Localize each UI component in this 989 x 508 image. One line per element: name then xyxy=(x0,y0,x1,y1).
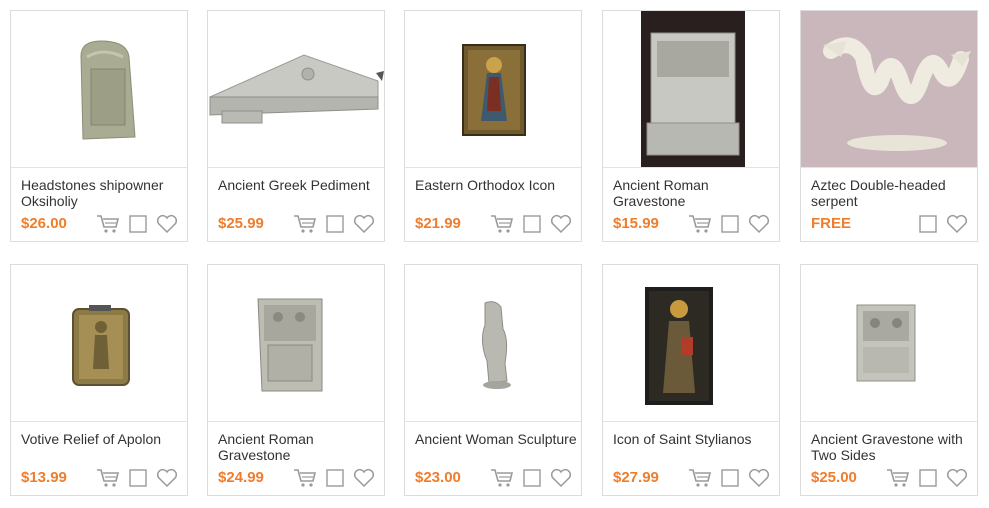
product-price: $24.99 xyxy=(218,469,264,486)
product-price: FREE xyxy=(811,215,852,232)
product-price: $21.99 xyxy=(415,215,461,232)
card-actions xyxy=(293,467,375,489)
product-card[interactable]: Aztec Double-headed serpent FREE xyxy=(800,10,978,242)
heart-icon[interactable] xyxy=(353,468,375,488)
product-price: $15.99 xyxy=(613,215,659,232)
product-title[interactable]: Ancient Roman Gravestone xyxy=(613,177,775,209)
card-actions xyxy=(688,467,770,489)
cart-icon[interactable] xyxy=(96,214,120,234)
product-thumbnail[interactable] xyxy=(208,11,384,167)
card-divider xyxy=(603,421,779,422)
card-divider xyxy=(11,167,187,168)
cart-icon[interactable] xyxy=(688,468,712,488)
product-grid: Headstones shipowner Oksiholiy $26.00 An… xyxy=(0,0,989,508)
heart-icon[interactable] xyxy=(748,468,770,488)
product-card[interactable]: Ancient Woman Sculpture $23.00 xyxy=(404,264,582,496)
card-divider xyxy=(801,167,977,168)
product-price: $23.00 xyxy=(415,469,461,486)
product-card[interactable]: Icon of Saint Stylianos $27.99 xyxy=(602,264,780,496)
card-actions xyxy=(490,467,572,489)
product-card[interactable]: Votive Relief of Apolon $13.99 xyxy=(10,264,188,496)
product-card[interactable]: Ancient Roman Gravestone $24.99 xyxy=(207,264,385,496)
product-title[interactable]: Eastern Orthodox Icon xyxy=(415,177,577,193)
card-actions xyxy=(919,213,968,235)
product-card[interactable]: Ancient Roman Gravestone $15.99 xyxy=(602,10,780,242)
product-title[interactable]: Ancient Woman Sculpture xyxy=(415,431,577,447)
heart-icon[interactable] xyxy=(353,214,375,234)
product-title[interactable]: Ancient Gravestone with Two Sides xyxy=(811,431,973,463)
card-actions xyxy=(96,467,178,489)
card-actions xyxy=(886,467,968,489)
checkbox[interactable] xyxy=(721,215,739,233)
product-price: $25.00 xyxy=(811,469,857,486)
card-divider xyxy=(405,421,581,422)
product-price: $13.99 xyxy=(21,469,67,486)
product-title[interactable]: Icon of Saint Stylianos xyxy=(613,431,775,447)
product-thumbnail[interactable] xyxy=(11,11,187,167)
card-actions xyxy=(490,213,572,235)
checkbox[interactable] xyxy=(129,469,147,487)
product-card[interactable]: Eastern Orthodox Icon $21.99 xyxy=(404,10,582,242)
cart-icon[interactable] xyxy=(293,468,317,488)
product-title[interactable]: Ancient Roman Gravestone xyxy=(218,431,380,463)
checkbox[interactable] xyxy=(326,215,344,233)
card-divider xyxy=(603,167,779,168)
product-thumbnail[interactable] xyxy=(801,265,977,421)
card-divider xyxy=(405,167,581,168)
product-thumbnail[interactable] xyxy=(801,11,977,167)
product-card[interactable]: Ancient Gravestone with Two Sides $25.00 xyxy=(800,264,978,496)
card-divider xyxy=(801,421,977,422)
product-thumbnail[interactable] xyxy=(11,265,187,421)
checkbox[interactable] xyxy=(919,469,937,487)
heart-icon[interactable] xyxy=(946,468,968,488)
card-divider xyxy=(208,167,384,168)
product-price: $27.99 xyxy=(613,469,659,486)
cart-icon[interactable] xyxy=(688,214,712,234)
checkbox[interactable] xyxy=(129,215,147,233)
product-thumbnail[interactable] xyxy=(603,11,779,167)
cart-icon[interactable] xyxy=(293,214,317,234)
product-title[interactable]: Aztec Double-headed serpent xyxy=(811,177,973,209)
heart-icon[interactable] xyxy=(156,468,178,488)
cart-icon[interactable] xyxy=(490,468,514,488)
heart-icon[interactable] xyxy=(550,214,572,234)
card-divider xyxy=(11,421,187,422)
checkbox[interactable] xyxy=(523,215,541,233)
heart-icon[interactable] xyxy=(748,214,770,234)
card-actions xyxy=(688,213,770,235)
product-title[interactable]: Votive Relief of Apolon xyxy=(21,431,183,447)
checkbox[interactable] xyxy=(326,469,344,487)
cart-icon[interactable] xyxy=(96,468,120,488)
heart-icon[interactable] xyxy=(156,214,178,234)
card-actions xyxy=(293,213,375,235)
product-thumbnail[interactable] xyxy=(405,11,581,167)
checkbox[interactable] xyxy=(919,215,937,233)
product-title[interactable]: Headstones shipowner Oksiholiy xyxy=(21,177,183,209)
cart-icon[interactable] xyxy=(490,214,514,234)
product-card[interactable]: Ancient Greek Pediment $25.99 xyxy=(207,10,385,242)
product-title[interactable]: Ancient Greek Pediment xyxy=(218,177,380,193)
product-thumbnail[interactable] xyxy=(208,265,384,421)
heart-icon[interactable] xyxy=(550,468,572,488)
product-card[interactable]: Headstones shipowner Oksiholiy $26.00 xyxy=(10,10,188,242)
card-actions xyxy=(96,213,178,235)
card-divider xyxy=(208,421,384,422)
product-price: $25.99 xyxy=(218,215,264,232)
checkbox[interactable] xyxy=(523,469,541,487)
checkbox[interactable] xyxy=(721,469,739,487)
product-thumbnail[interactable] xyxy=(405,265,581,421)
product-price: $26.00 xyxy=(21,215,67,232)
heart-icon[interactable] xyxy=(946,214,968,234)
cart-icon[interactable] xyxy=(886,468,910,488)
product-thumbnail[interactable] xyxy=(603,265,779,421)
